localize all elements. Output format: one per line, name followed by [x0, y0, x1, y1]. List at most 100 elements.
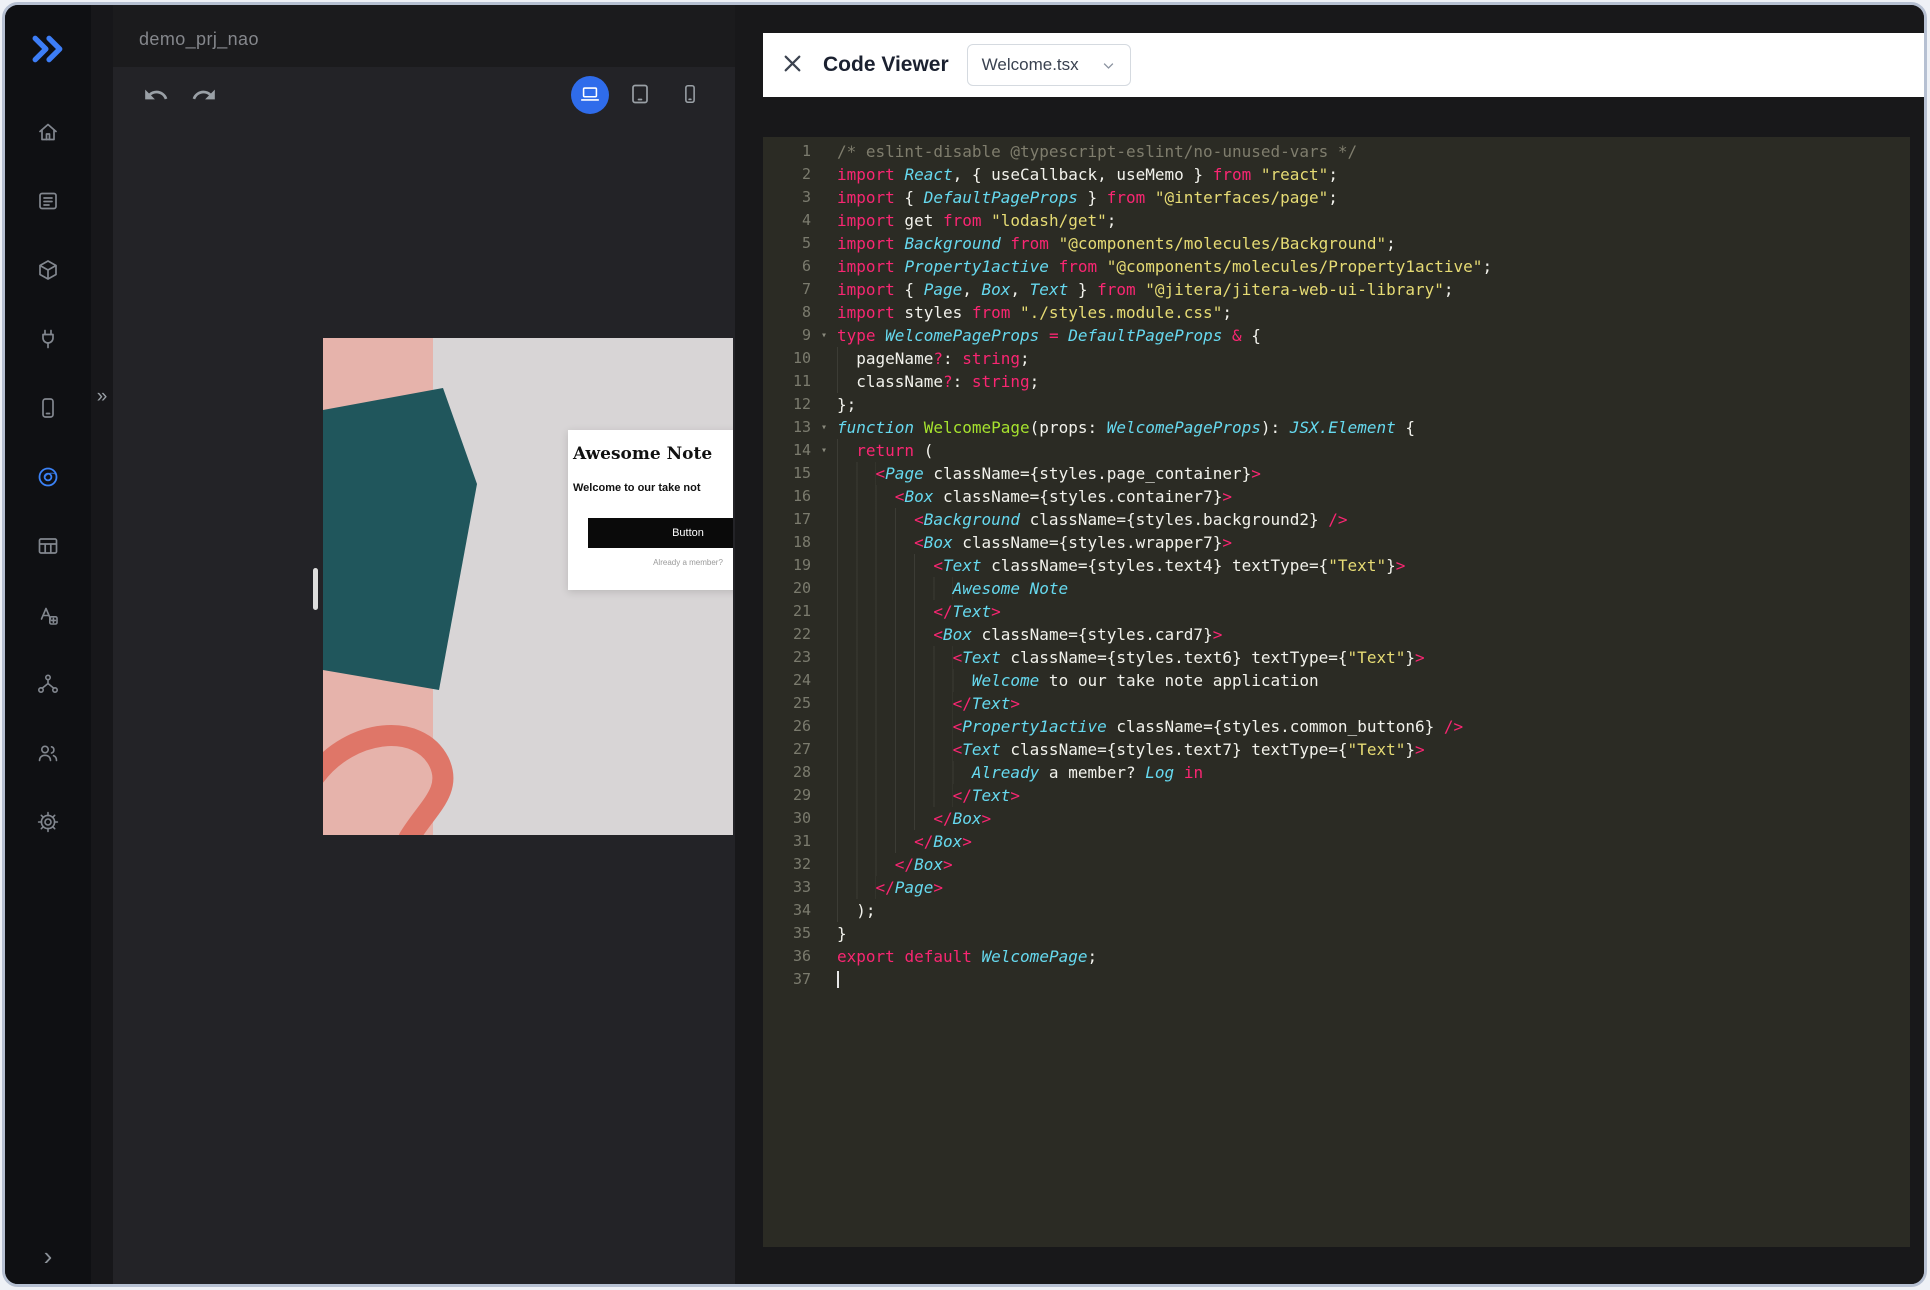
code-line: 14▾return ( — [763, 439, 1910, 462]
sidebar-item-database[interactable] — [5, 511, 91, 580]
line-number: 24 — [763, 669, 811, 692]
device-phone-button[interactable] — [671, 76, 709, 114]
line-number: 3 — [763, 186, 811, 209]
code-line: 16<Box className={styles.container7}> — [763, 485, 1910, 508]
line-number: 26 — [763, 715, 811, 738]
code-line: 20Awesome Note — [763, 577, 1910, 600]
line-number: 17 — [763, 508, 811, 531]
code-line: 25</Text> — [763, 692, 1910, 715]
fold-gutter — [811, 255, 837, 278]
fold-toggle-icon[interactable]: ▾ — [811, 416, 837, 439]
phone-icon — [679, 83, 701, 108]
fold-gutter — [811, 232, 837, 255]
desktop-icon — [579, 83, 601, 108]
sidebar-item-pages[interactable] — [5, 166, 91, 235]
code-line: 9▾type WelcomePageProps = DefaultPagePro… — [763, 324, 1910, 347]
project-title: demo_prj_nao — [139, 29, 259, 50]
indent-guides — [837, 508, 914, 531]
panel-expand-chevron[interactable]: » — [90, 383, 114, 411]
indent-guides — [837, 577, 953, 600]
device-desktop-button[interactable] — [571, 76, 609, 114]
line-number: 13 — [763, 416, 811, 439]
double-chevron-logo — [26, 29, 70, 69]
line-number: 35 — [763, 922, 811, 945]
card-login-text: Already a member? — [588, 558, 733, 567]
line-number: 2 — [763, 163, 811, 186]
tablet-icon — [628, 82, 652, 109]
code-line: 17<Background className={styles.backgrou… — [763, 508, 1910, 531]
file-selector[interactable]: Welcome.tsx — [967, 44, 1131, 86]
fold-gutter — [811, 922, 837, 945]
line-number: 11 — [763, 370, 811, 393]
line-number: 34 — [763, 899, 811, 922]
indent-guides — [837, 554, 933, 577]
line-number: 7 — [763, 278, 811, 301]
line-number: 14 — [763, 439, 811, 462]
sidebar-item-home[interactable] — [5, 97, 91, 166]
teal-polygon-shape — [323, 388, 493, 718]
mobile-icon — [36, 396, 60, 420]
line-number: 20 — [763, 577, 811, 600]
code-line: 12}; — [763, 393, 1910, 416]
line-number: 22 — [763, 623, 811, 646]
sidebar-item-workflow[interactable] — [5, 649, 91, 718]
sidebar-item-api[interactable] — [5, 304, 91, 373]
fold-gutter — [811, 715, 837, 738]
line-number: 18 — [763, 531, 811, 554]
undo-icon — [143, 96, 169, 111]
file-selector-value: Welcome.tsx — [982, 55, 1079, 75]
sidebar-item-components[interactable] — [5, 235, 91, 304]
table-icon — [36, 534, 60, 558]
line-number: 33 — [763, 876, 811, 899]
fold-gutter — [811, 301, 837, 324]
card-heading: Awesome Note — [573, 444, 733, 464]
line-number: 12 — [763, 393, 811, 416]
preview-drag-handle[interactable] — [313, 568, 318, 610]
code-lines: 1/* eslint-disable @typescript-eslint/no… — [763, 140, 1910, 991]
undo-button[interactable] — [141, 81, 171, 111]
indent-guides — [837, 830, 914, 853]
sidebar-item-localization[interactable] — [5, 580, 91, 649]
line-number: 21 — [763, 600, 811, 623]
card-button[interactable]: Button — [588, 518, 733, 548]
code-editor[interactable]: 1/* eslint-disable @typescript-eslint/no… — [763, 137, 1910, 1247]
sidebar-expand-chevron[interactable]: › — [5, 1242, 91, 1270]
close-button[interactable] — [779, 52, 805, 78]
members-icon — [36, 741, 60, 765]
indent-guides — [837, 761, 972, 784]
indent-guides — [837, 531, 914, 554]
fold-gutter — [811, 853, 837, 876]
coral-curve-shape — [323, 688, 488, 835]
code-viewer-title: Code Viewer — [823, 53, 949, 77]
fold-gutter — [811, 784, 837, 807]
fold-gutter — [811, 899, 837, 922]
indent-guides — [837, 807, 933, 830]
preview-icon — [36, 465, 60, 489]
line-number: 19 — [763, 554, 811, 577]
indent-guides — [837, 600, 933, 623]
line-number: 9 — [763, 324, 811, 347]
sidebar-item-settings[interactable] — [5, 787, 91, 856]
line-number: 4 — [763, 209, 811, 232]
fold-toggle-icon[interactable]: ▾ — [811, 439, 837, 462]
canvas-left-gutter: » — [91, 5, 113, 1284]
sidebar-item-mobile[interactable] — [5, 373, 91, 442]
device-tablet-button[interactable] — [621, 76, 659, 114]
indent-guides — [837, 370, 856, 393]
fold-gutter — [811, 140, 837, 163]
code-viewer-header: Code Viewer Welcome.tsx — [763, 33, 1927, 97]
line-number: 10 — [763, 347, 811, 370]
line-number: 29 — [763, 784, 811, 807]
line-number: 15 — [763, 462, 811, 485]
code-line: 35} — [763, 922, 1910, 945]
fold-gutter — [811, 278, 837, 301]
code-line: 29</Text> — [763, 784, 1910, 807]
redo-icon — [191, 96, 217, 111]
fold-toggle-icon[interactable]: ▾ — [811, 324, 837, 347]
line-number: 27 — [763, 738, 811, 761]
home-icon — [36, 120, 60, 144]
code-line: 1/* eslint-disable @typescript-eslint/no… — [763, 140, 1910, 163]
sidebar-item-preview[interactable] — [5, 442, 91, 511]
sidebar-item-members[interactable] — [5, 718, 91, 787]
redo-button[interactable] — [189, 81, 219, 111]
